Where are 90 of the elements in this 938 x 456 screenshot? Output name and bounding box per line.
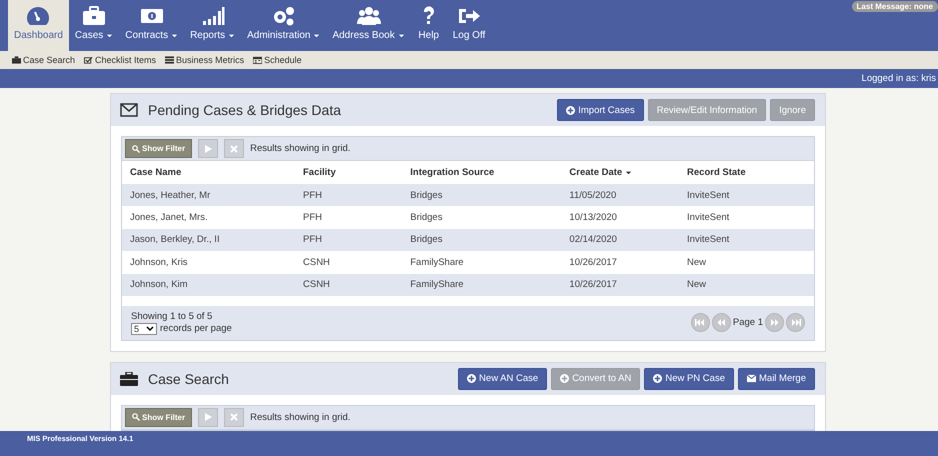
panel-title: Case Search bbox=[148, 370, 230, 387]
briefcase-icon bbox=[82, 6, 106, 26]
show-filter-button[interactable]: Show Filter bbox=[125, 139, 192, 158]
clear-button[interactable] bbox=[224, 408, 244, 427]
table-cell: 10/13/2020 bbox=[561, 206, 680, 229]
calendar-icon bbox=[253, 56, 262, 64]
table-cell: 10/26/2017 bbox=[561, 274, 680, 296]
show-filter-button[interactable]: Show Filter bbox=[125, 408, 192, 427]
next-page-icon bbox=[770, 319, 780, 326]
close-icon bbox=[230, 144, 238, 152]
column-header[interactable]: Case Name bbox=[122, 161, 295, 184]
clear-button[interactable] bbox=[224, 139, 244, 158]
nav-item[interactable]: Cases bbox=[68, 0, 120, 51]
table-cell: FamilyShare bbox=[402, 251, 562, 274]
column-header[interactable]: Facility bbox=[295, 161, 402, 184]
last-message-badge: Last Message: none bbox=[852, 1, 938, 12]
table-cell: Bridges bbox=[402, 206, 562, 229]
column-header[interactable]: Create Date bbox=[561, 161, 680, 184]
bars-icon bbox=[165, 56, 174, 64]
nav-item[interactable]: Administration bbox=[241, 0, 326, 51]
table-cell: Johnson, Kris bbox=[122, 251, 295, 274]
envelope-icon bbox=[120, 103, 138, 117]
nav-item[interactable]: Reports bbox=[184, 0, 242, 51]
banknote-icon bbox=[140, 6, 164, 26]
records-per-page-label: records per page bbox=[160, 323, 232, 334]
table-cell: New bbox=[679, 251, 814, 274]
showing-text: Showing 1 to 5 of 5 bbox=[131, 310, 214, 322]
pager-button[interactable] bbox=[690, 313, 710, 332]
close-icon bbox=[230, 413, 238, 422]
column-header[interactable]: Integration Source bbox=[402, 161, 562, 184]
pager-button[interactable] bbox=[712, 313, 731, 332]
table-cell: InviteSent bbox=[679, 228, 814, 252]
panel-action-button[interactable]: Import Cases bbox=[557, 99, 644, 121]
nav-item[interactable]: Help bbox=[410, 0, 447, 51]
sub-nav-link[interactable]: Case Search bbox=[23, 55, 76, 65]
chevron-down-icon bbox=[146, 326, 154, 332]
nav-item[interactable]: Address Book bbox=[326, 0, 411, 51]
table-cell: InviteSent bbox=[679, 184, 814, 206]
signal-bars-icon bbox=[200, 6, 225, 26]
briefcase-icon bbox=[12, 56, 21, 64]
pager-button[interactable] bbox=[786, 313, 805, 332]
table-cell: 11/05/2020 bbox=[561, 184, 680, 206]
table-cell: PFH bbox=[295, 228, 402, 252]
table-cell: InviteSent bbox=[679, 206, 814, 229]
table-cell: Bridges bbox=[402, 228, 562, 252]
panel-action-button[interactable]: New PN Case bbox=[644, 368, 734, 390]
sub-nav-link[interactable]: Checklist Items bbox=[95, 55, 156, 65]
table-cell: Jones, Janet, Mrs. bbox=[122, 206, 295, 229]
table-cell: CSNH bbox=[295, 251, 402, 274]
sub-nav-link[interactable]: Business Metrics bbox=[176, 55, 244, 65]
play-button[interactable] bbox=[198, 139, 218, 158]
page-label: Page 1 bbox=[732, 317, 763, 328]
panel-action-button[interactable]: New AN Case bbox=[458, 368, 548, 390]
gauge-icon bbox=[26, 6, 50, 26]
nav-item[interactable]: Log Off bbox=[446, 0, 492, 51]
table-cell: Jason, Berkley, Dr., II bbox=[122, 228, 295, 252]
table-cell: Bridges bbox=[402, 184, 562, 206]
panel-title: Pending Cases & Bridges Data bbox=[148, 102, 342, 118]
page-size-select[interactable]: 5 bbox=[131, 322, 157, 335]
panel-action-button[interactable]: Mail Merge bbox=[738, 368, 815, 390]
briefcase-icon bbox=[120, 372, 138, 386]
pager-button[interactable] bbox=[765, 313, 784, 332]
play-icon bbox=[204, 413, 212, 422]
table-cell: CSNH bbox=[295, 274, 402, 296]
table-cell: 02/14/2020 bbox=[561, 228, 680, 252]
search-icon bbox=[132, 144, 140, 152]
table-cell: FamilyShare bbox=[402, 274, 562, 296]
envelope-icon bbox=[747, 374, 756, 384]
table-cell: Johnson, Kim bbox=[122, 274, 295, 296]
sign-out-icon bbox=[457, 6, 482, 26]
nav-item[interactable]: Contracts bbox=[119, 0, 184, 51]
play-icon bbox=[204, 144, 212, 152]
table-cell: Jones, Heather, Mr bbox=[122, 184, 295, 206]
table-cell: 10/26/2017 bbox=[561, 251, 680, 274]
table-cell: PFH bbox=[295, 184, 402, 206]
column-header[interactable]: Record State bbox=[679, 161, 814, 184]
logged-in-label: Logged in as: kris bbox=[862, 73, 936, 84]
last-page-icon bbox=[790, 319, 800, 326]
results-text: Results showing in grid. bbox=[250, 143, 350, 154]
table-cell: New bbox=[679, 274, 814, 296]
first-page-icon bbox=[695, 319, 706, 326]
table-cell: PFH bbox=[295, 206, 402, 229]
play-button[interactable] bbox=[198, 408, 218, 427]
sub-nav-link[interactable]: Schedule bbox=[264, 55, 302, 65]
people-icon bbox=[356, 6, 381, 26]
checkbox-icon bbox=[84, 56, 94, 64]
previous-page-icon bbox=[716, 319, 726, 326]
search-icon bbox=[132, 413, 140, 422]
results-text: Results showing in grid. bbox=[250, 412, 350, 423]
nav-item[interactable]: Dashboard bbox=[8, 0, 69, 51]
